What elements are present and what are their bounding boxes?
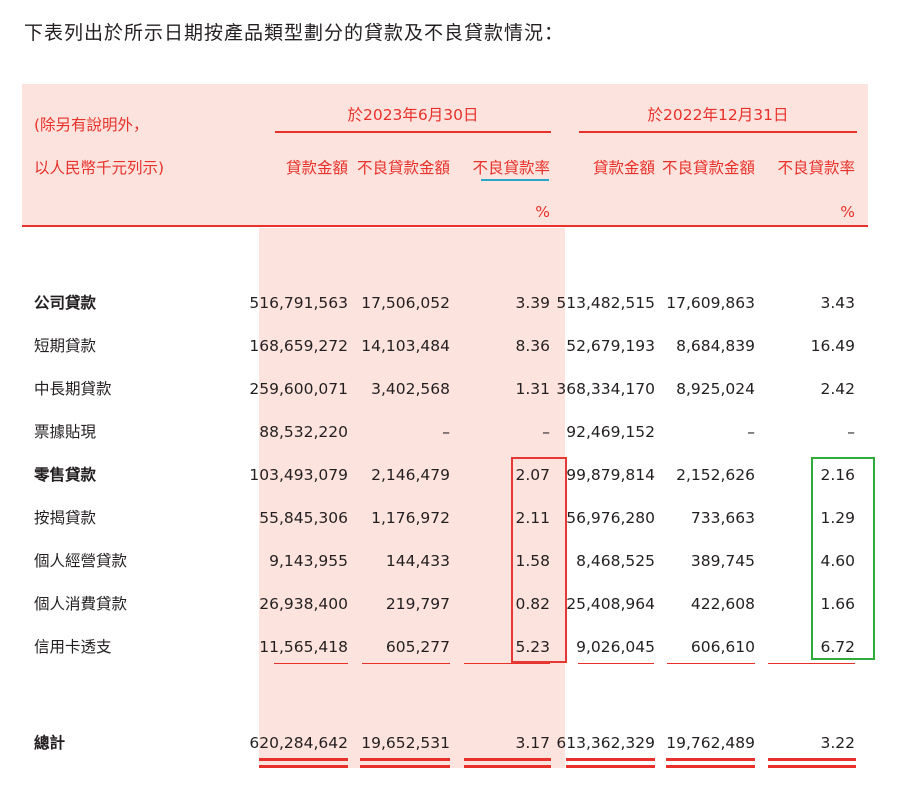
row-label: 票據貼現 bbox=[34, 423, 97, 441]
subtotal-rule-loan-2023 bbox=[274, 663, 348, 664]
total-double-rule-bottom bbox=[666, 765, 755, 768]
total-double-rule-top bbox=[360, 758, 450, 761]
table-cell: 605,277 bbox=[385, 638, 450, 656]
total-value: 613,362,329 bbox=[556, 734, 655, 752]
period-rule-2022 bbox=[579, 131, 857, 133]
table-cell: 56,976,280 bbox=[566, 509, 655, 527]
table-cell: 11,565,418 bbox=[259, 638, 348, 656]
subtotal-rule-ratio-2022 bbox=[768, 663, 855, 664]
total-double-rule-bottom bbox=[566, 765, 655, 768]
table-cell: 8,684,839 bbox=[676, 337, 755, 355]
table-cell: 8,925,024 bbox=[676, 380, 755, 398]
total-value: 3.17 bbox=[515, 734, 550, 752]
table-cell: 1.31 bbox=[515, 380, 550, 398]
table-cell: 55,845,306 bbox=[259, 509, 348, 527]
table-cell: – bbox=[847, 423, 855, 441]
table-cell: 144,433 bbox=[385, 552, 450, 570]
table-cell: – bbox=[442, 423, 450, 441]
table-cell: 9,026,045 bbox=[576, 638, 655, 656]
table-cell: 103,493,079 bbox=[249, 466, 348, 484]
row-label: 個人消費貸款 bbox=[34, 595, 128, 613]
table-cell: 52,679,193 bbox=[566, 337, 655, 355]
row-label: 按揭貸款 bbox=[34, 509, 97, 527]
col-header-npl-ratio-2022: 不良貸款率 bbox=[777, 159, 855, 177]
col-header-npl-ratio-2023: 不良貸款率 bbox=[472, 159, 550, 177]
header-note-line2: 以人民幣千元列示) bbox=[34, 159, 165, 177]
subtotal-rule-npl-2022 bbox=[667, 663, 755, 664]
total-double-rule-top bbox=[566, 758, 655, 761]
total-double-rule-top bbox=[259, 758, 348, 761]
table-cell: 17,609,863 bbox=[666, 294, 755, 312]
col-header-npl-2022: 不良貸款金額 bbox=[661, 159, 755, 177]
table-cell: 516,791,563 bbox=[249, 294, 348, 312]
table-cell: 3,402,568 bbox=[371, 380, 450, 398]
pct-unit-2023: % bbox=[535, 203, 550, 221]
subtotal-rule-npl-2023 bbox=[362, 663, 450, 664]
table-cell: 2,146,479 bbox=[371, 466, 450, 484]
total-double-rule-bottom bbox=[360, 765, 450, 768]
total-label: 總計 bbox=[34, 734, 66, 752]
subtotal-rule-ratio-2023 bbox=[464, 663, 550, 664]
table-cell: 219,797 bbox=[385, 595, 450, 613]
period-header-2022: 於2022年12月31日 bbox=[647, 106, 789, 124]
table-cell: 1,176,972 bbox=[371, 509, 450, 527]
table-cell: 3.39 bbox=[515, 294, 550, 312]
col-header-npl-2023: 不良貸款金額 bbox=[356, 159, 450, 177]
table-cell: 16.49 bbox=[810, 337, 855, 355]
intro-text: 下表列出於所示日期按產品類型劃分的貸款及不良貸款情況： bbox=[24, 22, 565, 44]
table-cell: – bbox=[542, 423, 550, 441]
total-value: 3.22 bbox=[820, 734, 855, 752]
total-value: 19,762,489 bbox=[666, 734, 755, 752]
highlight-box-red bbox=[511, 457, 567, 663]
row-label: 短期貸款 bbox=[34, 337, 97, 355]
table-cell: 92,469,152 bbox=[566, 423, 655, 441]
total-double-rule-bottom bbox=[464, 765, 551, 768]
table-cell: 733,663 bbox=[690, 509, 755, 527]
table-cell: 422,608 bbox=[690, 595, 755, 613]
table-cell: 8,468,525 bbox=[576, 552, 655, 570]
row-label: 零售貸款 bbox=[34, 466, 97, 484]
total-value: 620,284,642 bbox=[249, 734, 348, 752]
row-label: 個人經營貸款 bbox=[34, 552, 128, 570]
period-rule-2023 bbox=[275, 131, 551, 133]
table-cell: 2,152,626 bbox=[676, 466, 755, 484]
table-cell: 513,482,515 bbox=[556, 294, 655, 312]
total-double-rule-top bbox=[666, 758, 755, 761]
total-value: 19,652,531 bbox=[361, 734, 450, 752]
total-double-rule-bottom bbox=[768, 765, 856, 768]
col-header-loan-2022: 貸款金額 bbox=[592, 159, 655, 177]
pct-unit-2022: % bbox=[840, 203, 855, 221]
table-cell: 8.36 bbox=[515, 337, 550, 355]
header-note-line1: (除另有說明外， bbox=[34, 116, 149, 134]
total-double-rule-top bbox=[464, 758, 551, 761]
npl-ratio-underline bbox=[481, 179, 549, 181]
subtotal-rule-loan-2022 bbox=[578, 663, 654, 664]
table-cell: 9,143,955 bbox=[269, 552, 348, 570]
table-cell: 99,879,814 bbox=[566, 466, 655, 484]
row-label: 信用卡透支 bbox=[34, 638, 112, 656]
table-cell: 2.42 bbox=[820, 380, 855, 398]
table-cell: 368,334,170 bbox=[556, 380, 655, 398]
highlight-box-green bbox=[811, 457, 875, 660]
table-cell: 259,600,071 bbox=[249, 380, 348, 398]
total-double-rule-bottom bbox=[259, 765, 348, 768]
period-header-2023: 於2023年6月30日 bbox=[347, 106, 479, 124]
table-cell: 606,610 bbox=[690, 638, 755, 656]
table-cell: 3.43 bbox=[820, 294, 855, 312]
table-cell: 25,408,964 bbox=[566, 595, 655, 613]
table-cell: 88,532,220 bbox=[259, 423, 348, 441]
row-label: 公司貸款 bbox=[34, 294, 97, 312]
row-label: 中長期貸款 bbox=[34, 380, 112, 398]
table-cell: – bbox=[747, 423, 755, 441]
table-cell: 17,506,052 bbox=[361, 294, 450, 312]
table-cell: 26,938,400 bbox=[259, 595, 348, 613]
table-cell: 14,103,484 bbox=[361, 337, 450, 355]
col-header-loan-2023: 貸款金額 bbox=[285, 159, 348, 177]
table-cell: 168,659,272 bbox=[249, 337, 348, 355]
header-bottom-rule bbox=[22, 225, 868, 227]
table-cell: 389,745 bbox=[690, 552, 755, 570]
total-double-rule-top bbox=[768, 758, 856, 761]
